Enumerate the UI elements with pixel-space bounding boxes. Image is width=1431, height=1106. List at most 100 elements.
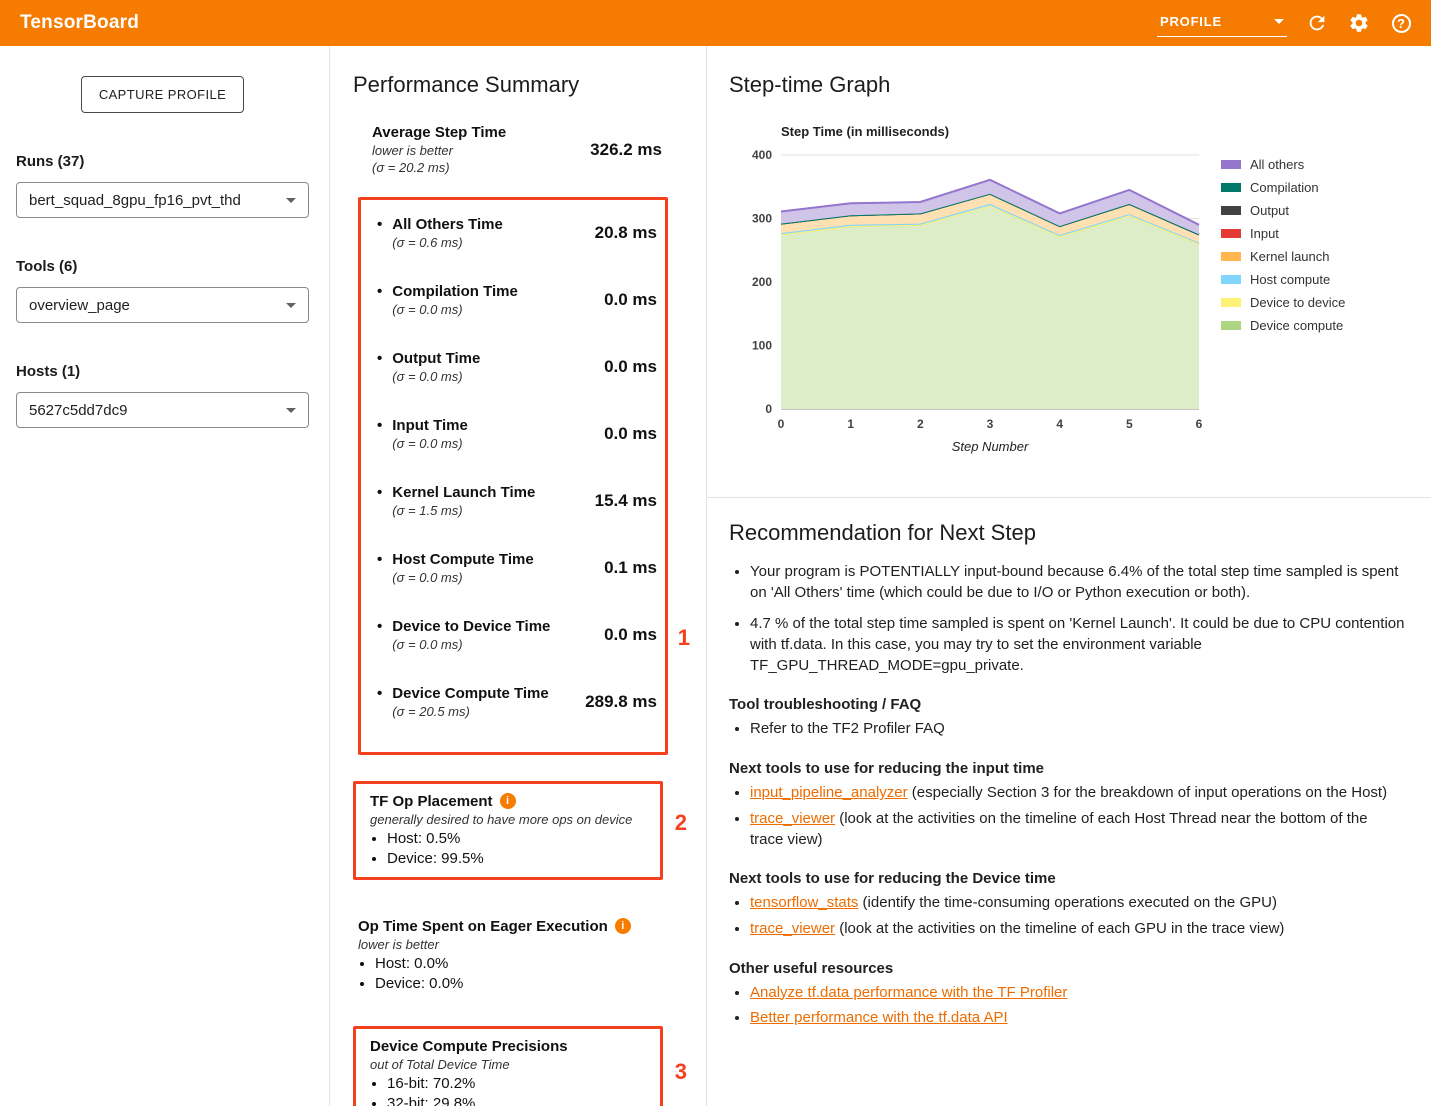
metric-sigma: (σ = 20.2 ms) (372, 160, 506, 175)
chevron-down-icon (286, 408, 296, 413)
legend-item: Kernel launch (1221, 249, 1345, 264)
trace-viewer-link[interactable]: trace_viewer (750, 810, 835, 827)
metric-value: 0.1 ms (604, 558, 657, 578)
legend-item: Device compute (1221, 318, 1345, 333)
precision-16bit-value: 16-bit: 70.2% (387, 1075, 648, 1092)
eager-device-value: Device: 0.0% (375, 975, 706, 992)
svg-text:100: 100 (752, 339, 772, 353)
app-title: TensorBoard (20, 12, 139, 34)
settings-gear-icon[interactable] (1347, 11, 1371, 35)
chevron-down-icon (286, 303, 296, 308)
runs-label: Runs (37) (16, 153, 309, 170)
legend-label: All others (1250, 157, 1304, 172)
tools-select-value: overview_page (29, 297, 130, 314)
chevron-down-icon (1274, 19, 1284, 24)
svg-text:400: 400 (752, 148, 772, 162)
input-tools-header: Next tools to use for reducing the input… (729, 760, 1405, 777)
trace-viewer-link[interactable]: trace_viewer (750, 920, 835, 937)
legend-item: Compilation (1221, 180, 1345, 195)
metric-label: Device Compute Time (392, 685, 548, 702)
performance-summary-panel: Performance Summary Average Step Time lo… (330, 46, 707, 1106)
legend-swatch (1221, 321, 1241, 330)
metric-sigma: (σ = 0.6 ms) (392, 235, 503, 250)
svg-text:200: 200 (752, 275, 772, 289)
tf-op-placement-label: TF Op Placement (370, 793, 493, 810)
eager-execution-section: Op Time Spent on Eager Executioni lower … (358, 918, 706, 992)
resource-item: Analyze tf.data performance with the TF … (750, 983, 1405, 1004)
annotation-number-2: 2 (675, 810, 687, 836)
tfdata-api-link[interactable]: Better performance with the tf.data API (750, 1009, 1008, 1026)
legend-swatch (1221, 229, 1241, 238)
metric-sigma: (σ = 1.5 ms) (392, 503, 535, 518)
legend-swatch (1221, 275, 1241, 284)
compute-precisions-note: out of Total Device Time (370, 1057, 648, 1072)
metric-value: 20.8 ms (595, 223, 657, 243)
tf-op-host-value: Host: 0.5% (387, 830, 648, 847)
sidebar: CAPTURE PROFILE Runs (37) bert_squad_8gp… (0, 46, 330, 1106)
legend-label: Input (1250, 226, 1279, 241)
metric-value: 326.2 ms (590, 140, 662, 160)
svg-text:Step Number: Step Number (952, 439, 1029, 454)
tool-item-text: (identify the time-consuming operations … (858, 894, 1277, 911)
faq-item: Refer to the TF2 Profiler FAQ (750, 719, 1405, 740)
hosts-select[interactable]: 5627c5dd7dc9 (16, 392, 309, 428)
svg-text:4: 4 (1056, 417, 1063, 431)
metric-label: Device to Device Time (392, 618, 550, 635)
tool-item: trace_viewer (look at the activities on … (750, 809, 1405, 850)
runs-select-value: bert_squad_8gpu_fp16_pvt_thd (29, 192, 241, 209)
annotation-box-2: TF Op Placementi generally desired to ha… (353, 781, 663, 880)
metric-value: 289.8 ms (585, 692, 657, 712)
tool-item-text: (look at the activities on the timeline … (750, 810, 1368, 848)
average-step-time-row: Average Step Time lower is better (σ = 2… (372, 124, 662, 175)
step-time-graph-title: Step-time Graph (729, 72, 1431, 98)
svg-text:6: 6 (1196, 417, 1203, 431)
info-icon[interactable]: i (500, 793, 516, 809)
chart-legend: All others Compilation Output Input Kernel l… (1221, 157, 1345, 333)
step-time-graph-section: Step-time Graph Step Time (in millisecon… (707, 46, 1431, 498)
chart-title: Step Time (in milliseconds) (781, 124, 1431, 139)
metric-value: 0.0 ms (604, 424, 657, 444)
help-icon[interactable]: ? (1389, 11, 1413, 35)
legend-swatch (1221, 160, 1241, 169)
capture-profile-button[interactable]: CAPTURE PROFILE (81, 76, 244, 113)
info-icon[interactable]: i (615, 918, 631, 934)
tool-item: input_pipeline_analyzer (especially Sect… (750, 783, 1405, 804)
svg-text:0: 0 (765, 402, 772, 416)
metric-value: 0.0 ms (604, 290, 657, 310)
tool-item-text: (look at the activities on the timeline … (835, 920, 1284, 937)
refresh-icon[interactable] (1305, 11, 1329, 35)
metric-sigma: (σ = 0.0 ms) (392, 369, 480, 384)
legend-label: Compilation (1250, 180, 1319, 195)
input-pipeline-analyzer-link[interactable]: input_pipeline_analyzer (750, 784, 908, 801)
hosts-select-value: 5627c5dd7dc9 (29, 402, 127, 419)
legend-label: Kernel launch (1250, 249, 1330, 264)
step-time-chart: 01002003004000123456Step Number (729, 143, 1209, 461)
metric-value: 0.0 ms (604, 357, 657, 377)
dashboard-select[interactable]: PROFILE (1157, 9, 1287, 37)
metric-row: Device Compute Time (σ = 20.5 ms) 289.8 … (377, 685, 657, 719)
runs-select[interactable]: bert_squad_8gpu_fp16_pvt_thd (16, 182, 309, 218)
svg-text:300: 300 (752, 212, 772, 226)
metric-sigma: (σ = 20.5 ms) (392, 704, 548, 719)
metric-note: lower is better (372, 143, 506, 158)
svg-text:5: 5 (1126, 417, 1133, 431)
metric-value: 15.4 ms (595, 491, 657, 511)
app-header: TensorBoard PROFILE ? (0, 0, 1431, 46)
legend-swatch (1221, 183, 1241, 192)
performance-summary-title: Performance Summary (353, 72, 706, 98)
metric-label: Average Step Time (372, 124, 506, 141)
tensorflow-stats-link[interactable]: tensorflow_stats (750, 894, 858, 911)
svg-text:2: 2 (917, 417, 924, 431)
eager-execution-label: Op Time Spent on Eager Execution (358, 918, 608, 935)
tools-select[interactable]: overview_page (16, 287, 309, 323)
legend-label: Output (1250, 203, 1289, 218)
help-glyph: ? (1392, 14, 1411, 33)
tfdata-performance-link[interactable]: Analyze tf.data performance with the TF … (750, 984, 1067, 1001)
metric-label: Input Time (392, 417, 468, 434)
legend-item: Host compute (1221, 272, 1345, 287)
metric-label: Output Time (392, 350, 480, 367)
legend-swatch (1221, 298, 1241, 307)
annotation-number-1: 1 (678, 625, 690, 651)
metric-sigma: (σ = 0.0 ms) (392, 302, 518, 317)
metric-row: All Others Time (σ = 0.6 ms) 20.8 ms (377, 216, 657, 250)
